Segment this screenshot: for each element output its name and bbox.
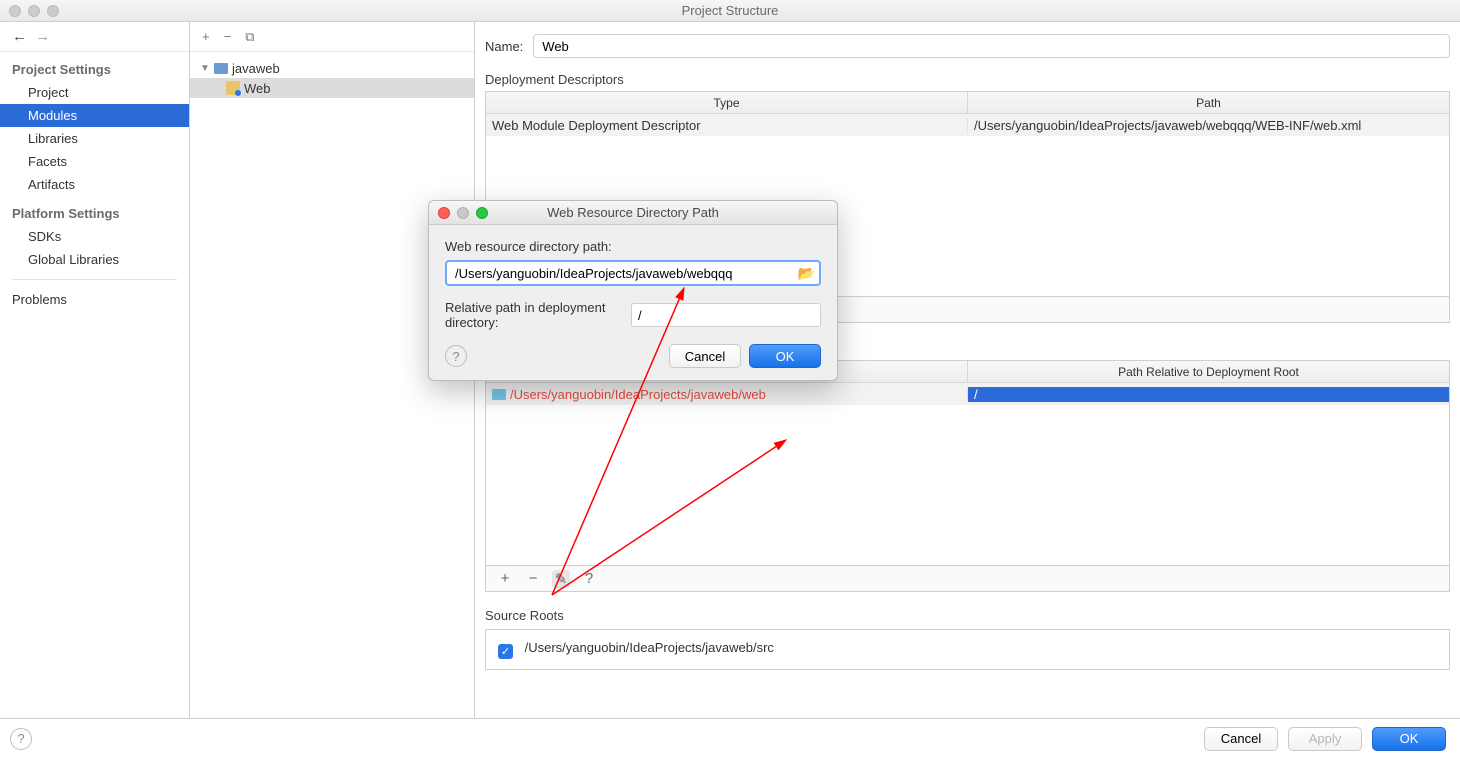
sidebar-item-problems[interactable]: Problems — [0, 288, 189, 311]
cancel-button[interactable]: Cancel — [1204, 727, 1278, 751]
col-path: Path — [968, 92, 1449, 113]
sidebar-section-platform-settings: Platform Settings — [0, 196, 189, 225]
web-resource-path-dialog: Web Resource Directory Path Web resource… — [428, 200, 838, 381]
forward-arrow-icon[interactable]: → — [35, 28, 50, 45]
source-roots-header: Source Roots — [485, 608, 1450, 623]
sidebar-item-global-libraries[interactable]: Global Libraries — [0, 248, 189, 271]
sidebar-item-artifacts[interactable]: Artifacts — [0, 173, 189, 196]
deployment-descriptors-header: Deployment Descriptors — [485, 72, 1450, 87]
tree-node-label: Web — [244, 81, 271, 96]
browse-folder-icon[interactable]: 📂 — [798, 265, 815, 282]
dialog-path-label: Web resource directory path: — [445, 239, 821, 254]
cell-type: Web Module Deployment Descriptor — [486, 118, 968, 133]
sidebar-section-project-settings: Project Settings — [0, 52, 189, 81]
remove-module-icon[interactable]: − — [224, 29, 232, 44]
help-icon[interactable]: ? — [10, 728, 32, 750]
sidebar-navbar: ← → — [0, 22, 189, 52]
source-roots-box: ✓ /Users/yanguobin/IdeaProjects/javaweb/… — [485, 629, 1450, 670]
dialog-help-icon[interactable]: ? — [445, 345, 467, 367]
window-titlebar: Project Structure — [0, 0, 1460, 22]
web-facet-icon — [226, 81, 240, 95]
folder-icon — [492, 389, 506, 400]
name-label: Name: — [485, 39, 523, 54]
web-resource-row[interactable]: /Users/yanguobin/IdeaProjects/javaweb/we… — [486, 383, 1449, 405]
add-module-icon[interactable]: + — [202, 29, 210, 44]
web-resource-toolbar: + − ✎ ? — [485, 566, 1450, 592]
tree-node-javaweb[interactable]: ▼ javaweb — [190, 58, 474, 78]
dialog-titlebar: Web Resource Directory Path — [429, 201, 837, 225]
deployment-descriptor-row[interactable]: Web Module Deployment Descriptor /Users/… — [486, 114, 1449, 136]
apply-button[interactable]: Apply — [1288, 727, 1362, 751]
sidebar-item-sdks[interactable]: SDKs — [0, 225, 189, 248]
dialog-relative-label: Relative path in deployment directory: — [445, 300, 623, 330]
sidebar-item-libraries[interactable]: Libraries — [0, 127, 189, 150]
dialog-footer: ? Cancel Apply OK — [0, 718, 1460, 758]
col-relative-path: Path Relative to Deployment Root — [968, 361, 1449, 382]
tree-node-web[interactable]: Web — [190, 78, 474, 98]
window-title: Project Structure — [0, 3, 1460, 18]
cell-path: /Users/yanguobin/IdeaProjects/javaweb/we… — [968, 118, 1449, 133]
web-resource-table: Web Resource Directory Path Relative to … — [485, 360, 1450, 566]
source-root-path: /Users/yanguobin/IdeaProjects/javaweb/sr… — [525, 640, 774, 655]
sidebar-separator — [12, 279, 177, 280]
module-tree: ▼ javaweb Web — [190, 52, 474, 104]
copy-module-icon[interactable]: ⧉ — [245, 29, 254, 45]
ok-button[interactable]: OK — [1372, 727, 1446, 751]
add-webres-icon[interactable]: + — [496, 570, 514, 587]
sidebar-item-project[interactable]: Project — [0, 81, 189, 104]
back-arrow-icon[interactable]: ← — [12, 28, 27, 45]
cell-web-resource-dir: /Users/yanguobin/IdeaProjects/javaweb/we… — [486, 387, 968, 402]
module-toolbar: + − ⧉ — [190, 22, 474, 52]
col-type: Type — [486, 92, 968, 113]
tree-node-label: javaweb — [232, 61, 280, 76]
cell-relative-path: / — [968, 387, 1449, 402]
remove-webres-icon[interactable]: − — [524, 570, 542, 587]
dialog-ok-button[interactable]: OK — [749, 344, 821, 368]
help-webres-icon[interactable]: ? — [580, 570, 598, 587]
folder-icon — [214, 63, 228, 74]
edit-webres-icon[interactable]: ✎ — [552, 570, 570, 588]
directory-path-input[interactable] — [445, 260, 821, 286]
settings-sidebar: ← → Project Settings Project Modules Lib… — [0, 22, 190, 718]
facet-name-input[interactable] — [533, 34, 1450, 58]
source-root-checkbox[interactable]: ✓ — [498, 644, 513, 659]
sidebar-item-facets[interactable]: Facets — [0, 150, 189, 173]
dialog-title: Web Resource Directory Path — [429, 205, 837, 220]
dialog-cancel-button[interactable]: Cancel — [669, 344, 741, 368]
sidebar-item-modules[interactable]: Modules — [0, 104, 189, 127]
disclosure-triangle-icon[interactable]: ▼ — [200, 63, 210, 74]
relative-path-input[interactable] — [631, 303, 821, 327]
